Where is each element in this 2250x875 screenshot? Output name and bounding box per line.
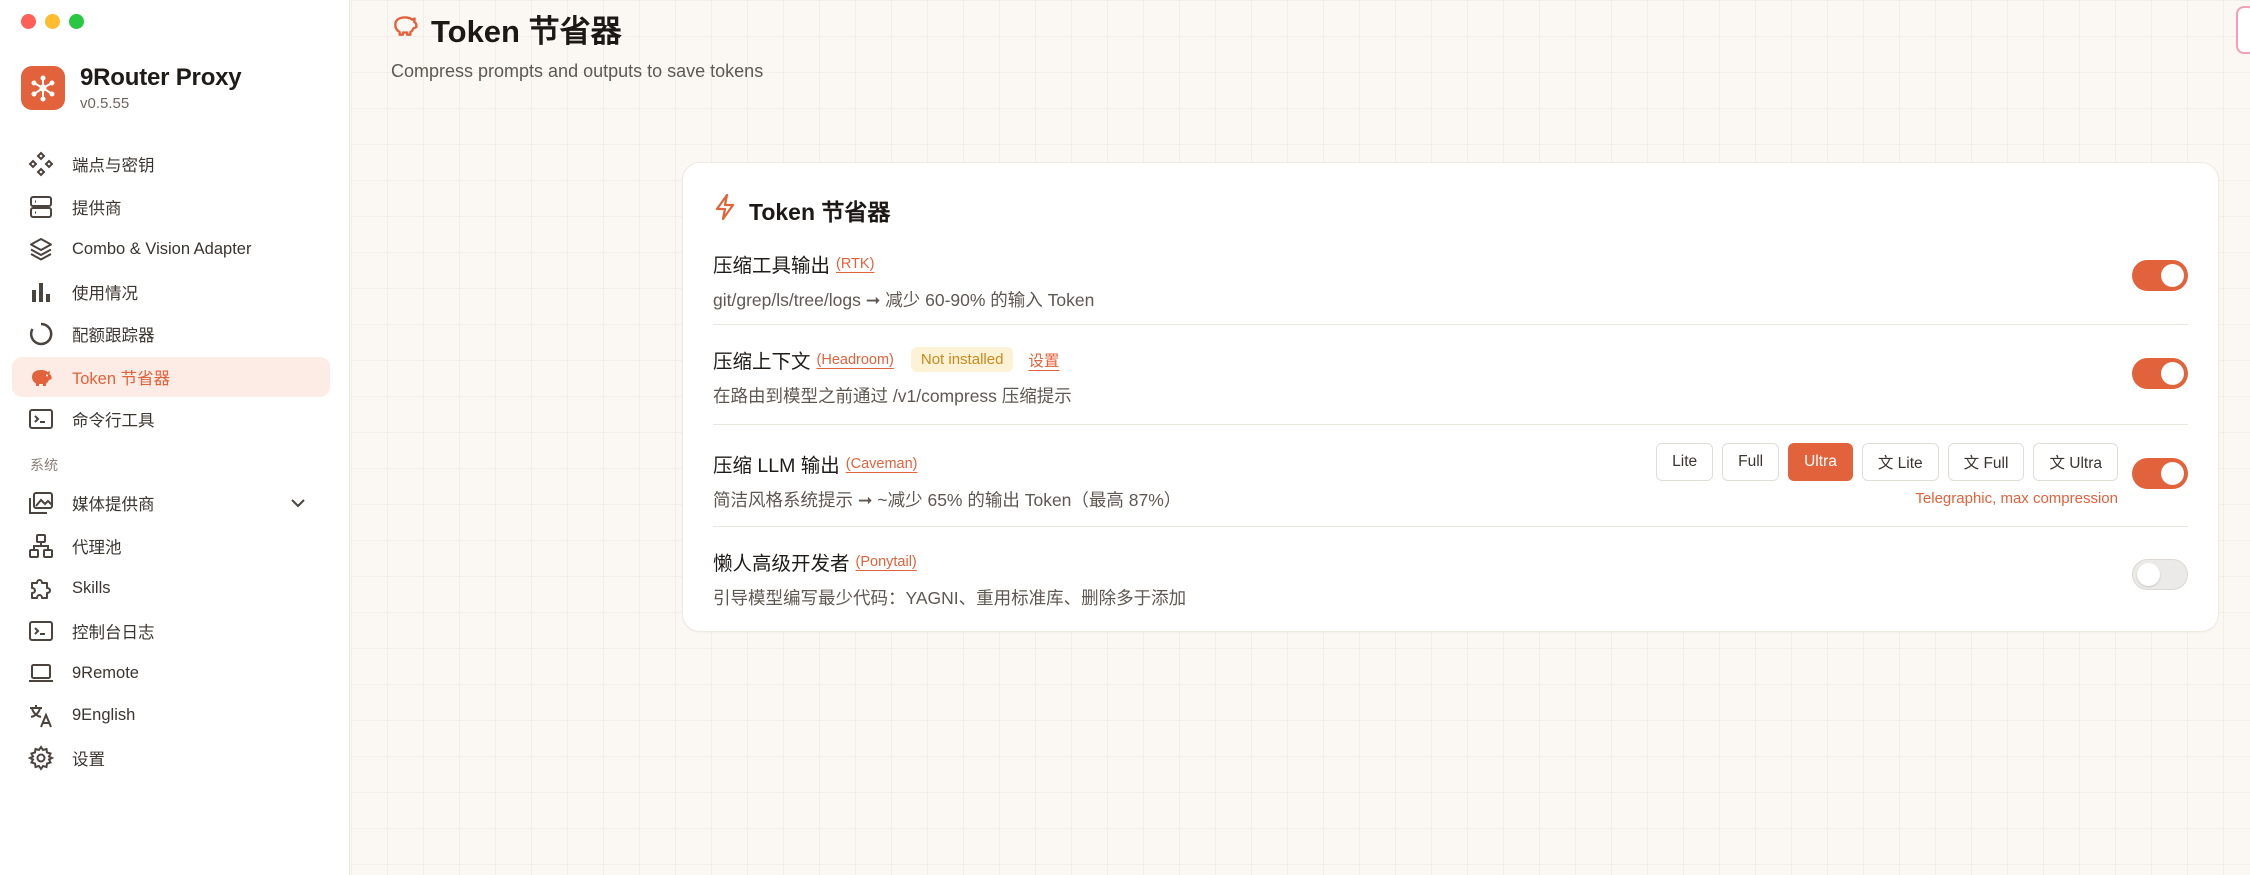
- sidebar-item-label: 配额跟踪器: [72, 327, 155, 345]
- setting-tag-link[interactable]: (Ponytail): [856, 554, 917, 570]
- mode-wen-full-button[interactable]: 文 Full: [1947, 443, 2025, 481]
- setting-description: git/grep/ls/tree/logs ➞ 减少 60-90% 的输入 To…: [713, 290, 1095, 310]
- mode-full-button[interactable]: Full: [1722, 443, 1780, 481]
- headroom-toggle[interactable]: [2132, 358, 2188, 389]
- setting-title: 压缩工具输出: [713, 255, 831, 277]
- setting-row-ponytail: 懒人高级开发者 (Ponytail) 引导模型编写最少代码：YAGNI、重用标准…: [713, 547, 2188, 617]
- setting-description: 引导模型编写最少代码：YAGNI、重用标准库、删除多于添加: [713, 588, 1187, 608]
- sidebar-item-skills[interactable]: Skills: [12, 568, 330, 608]
- mode-hint: Telegraphic, max compression: [1915, 490, 2118, 507]
- app-logo-icon: [21, 66, 65, 110]
- puzzle-icon: [27, 574, 55, 602]
- setting-row-rtk: 压缩工具输出 (RTK) git/grep/ls/tree/logs ➞ 减少 …: [713, 249, 2188, 325]
- layers-icon: [27, 235, 55, 263]
- sidebar-item-label: 提供商: [72, 199, 122, 218]
- setting-tag-link[interactable]: (Caveman): [846, 456, 918, 472]
- toggle-knob: [2161, 264, 2184, 287]
- close-window-button[interactable]: [21, 14, 36, 29]
- page-title: Token 节省器: [391, 6, 763, 51]
- terminal-icon: [27, 405, 55, 433]
- window-controls: [21, 14, 84, 29]
- sidebar-item-label: 9Remote: [72, 663, 139, 682]
- sidebar-item-9remote[interactable]: 9Remote: [12, 653, 330, 693]
- sidebar-item-label: Skills: [72, 578, 111, 597]
- toggle-knob: [2161, 362, 2184, 385]
- setting-title: 压缩 LLM 输出: [713, 455, 840, 477]
- sidebar-section-system: 系统: [30, 457, 58, 473]
- bar-chart-icon: [27, 278, 55, 306]
- rtk-toggle[interactable]: [2132, 260, 2188, 291]
- gear-icon: [27, 744, 55, 772]
- sidebar-item-label: 使用情况: [72, 284, 138, 303]
- sidebar-item-label: 9English: [72, 706, 136, 724]
- network-icon: [27, 532, 55, 560]
- page-title-text: Token 节省器: [431, 14, 622, 49]
- piggy-bank-icon: [27, 363, 55, 391]
- mode-lite-button[interactable]: Lite: [1656, 443, 1714, 481]
- maximize-window-button[interactable]: [69, 14, 84, 29]
- sidebar-item-endpoints[interactable]: 端点与密钥: [12, 144, 330, 184]
- card-title-text: Token 节省器: [749, 199, 891, 225]
- sidebar-item-quota-tracker[interactable]: 配额跟踪器: [12, 314, 330, 354]
- sidebar-item-label: Token 节省器: [72, 369, 171, 388]
- sidebar-item-label: 命令行工具: [72, 412, 155, 430]
- piggy-bank-icon: [391, 11, 419, 47]
- setting-tag-link[interactable]: (Headroom): [817, 352, 894, 368]
- page-header: Token 节省器 Compress prompts and outputs t…: [391, 6, 763, 82]
- sidebar-item-console-logs[interactable]: 控制台日志: [12, 611, 330, 651]
- sidebar-item-label: 代理池: [72, 538, 122, 557]
- sidebar-item-usage[interactable]: 使用情况: [12, 272, 330, 312]
- sidebar-item-label: 控制台日志: [72, 623, 155, 642]
- app-brand[interactable]: 9Router Proxy v0.5.55: [21, 64, 242, 112]
- endpoints-icon: [27, 150, 55, 178]
- setting-title: 压缩上下文: [713, 351, 811, 373]
- sidebar-item-label: 媒体提供商: [72, 496, 155, 514]
- sidebar-nav: 端点与密钥 提供商 Combo & Vision Adapter 使用情况 配额…: [12, 144, 330, 781]
- headroom-settings-link[interactable]: 设置: [1028, 349, 1059, 371]
- corner-action-button[interactable]: [2236, 6, 2250, 54]
- chevron-down-icon[interactable]: [288, 493, 308, 518]
- minimize-window-button[interactable]: [45, 14, 60, 29]
- lightning-icon: [713, 193, 737, 227]
- page-subtitle: Compress prompts and outputs to save tok…: [391, 61, 764, 81]
- setting-row-headroom: 压缩上下文 (Headroom) Not installed 设置 在路由到模型…: [713, 345, 2188, 425]
- terminal-icon: [27, 617, 55, 645]
- sidebar-item-providers[interactable]: 提供商: [12, 187, 330, 227]
- laptop-icon: [27, 659, 55, 687]
- sidebar-item-media-providers[interactable]: 媒体提供商: [12, 483, 330, 523]
- setting-description: 在路由到模型之前通过 /v1/compress 压缩提示: [713, 386, 1072, 406]
- sidebar: 9Router Proxy v0.5.55 端点与密钥 提供商 Combo & …: [0, 0, 350, 875]
- sidebar-item-label: 设置: [72, 751, 105, 769]
- token-saver-card: Token 节省器 压缩工具输出 (RTK) git/grep/ls/tree/…: [682, 162, 2219, 632]
- compression-mode-group: Lite Full Ultra 文 Lite 文 Full 文 Ultra: [1656, 443, 2118, 481]
- sidebar-item-label: Combo & Vision Adapter: [72, 239, 252, 258]
- server-icon: [27, 193, 55, 221]
- toggle-knob: [2161, 462, 2184, 485]
- setting-tag-link[interactable]: (RTK): [836, 256, 874, 272]
- status-badge: Not installed: [910, 347, 1014, 372]
- setting-title: 懒人高级开发者: [713, 553, 850, 575]
- sidebar-item-9english[interactable]: 9English: [12, 696, 330, 736]
- caveman-toggle[interactable]: [2132, 458, 2188, 489]
- quota-ring-icon: [27, 320, 55, 348]
- app-version: v0.5.55: [80, 95, 130, 112]
- sidebar-item-settings[interactable]: 设置: [12, 738, 330, 778]
- ponytail-toggle[interactable]: [2132, 559, 2188, 590]
- toggle-knob: [2137, 563, 2160, 586]
- mode-ultra-button[interactable]: Ultra: [1788, 443, 1853, 481]
- app-name: 9Router Proxy: [80, 64, 242, 91]
- setting-row-caveman: 压缩 LLM 输出 (Caveman) 简洁风格系统提示 ➞ ~减少 65% 的…: [713, 443, 2188, 527]
- card-title: Token 节省器: [713, 193, 890, 227]
- sidebar-item-combo-vision[interactable]: Combo & Vision Adapter: [12, 229, 330, 269]
- mode-wen-ultra-button[interactable]: 文 Ultra: [2033, 443, 2118, 481]
- sidebar-item-cli-tools[interactable]: 命令行工具: [12, 399, 330, 439]
- image-icon: [27, 489, 55, 517]
- sidebar-item-proxy-pool[interactable]: 代理池: [12, 526, 330, 566]
- mode-wen-lite-button[interactable]: 文 Lite: [1861, 443, 1939, 481]
- sidebar-item-token-saver[interactable]: Token 节省器: [12, 356, 330, 397]
- translate-icon: [27, 702, 55, 730]
- sidebar-item-label: 端点与密钥: [72, 157, 155, 175]
